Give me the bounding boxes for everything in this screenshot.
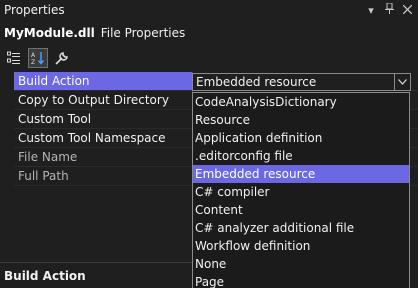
description-title: Build Action (4, 269, 86, 283)
properties-titlebar: Properties ▾ (0, 0, 418, 20)
build-action-combobox[interactable]: Embedded resource (192, 73, 411, 91)
property-name: Build Action (14, 72, 192, 90)
property-name: File Name (18, 150, 78, 164)
window-menu-icon[interactable]: ▾ (366, 4, 376, 17)
categorized-icon (7, 51, 20, 64)
dropdown-option[interactable]: Workflow definition (193, 237, 409, 255)
property-name: Full Path (18, 169, 69, 183)
property-pages-button[interactable] (52, 48, 72, 68)
svg-text:A: A (31, 52, 36, 59)
build-action-dropdown-list: CodeAnalysisDictionary Resource Applicat… (192, 92, 410, 288)
dropdown-option[interactable]: C# compiler (193, 183, 409, 201)
object-type: File Properties (100, 26, 186, 40)
close-icon[interactable] (402, 4, 412, 17)
property-name: Copy to Output Directory (18, 93, 169, 107)
dropdown-option[interactable]: Resource (193, 111, 409, 129)
pin-icon[interactable] (384, 2, 394, 17)
dropdown-option[interactable]: None (193, 255, 409, 273)
dropdown-option[interactable]: Application definition (193, 129, 409, 147)
object-selector[interactable]: MyModule.dll File Properties (0, 21, 418, 45)
window-title: Properties (4, 3, 65, 17)
object-name: MyModule.dll (4, 26, 95, 40)
dropdown-option[interactable]: Content (193, 201, 409, 219)
properties-toolbar: A Z (0, 46, 72, 70)
dropdown-option[interactable]: CodeAnalysisDictionary (193, 93, 409, 111)
sort-alphabetical-icon: A Z (31, 52, 45, 65)
dropdown-option-selected[interactable]: Embedded resource (193, 165, 409, 183)
dropdown-option[interactable]: Page (193, 273, 409, 288)
dropdown-option[interactable]: .editorconfig file (193, 147, 409, 165)
dropdown-option[interactable]: C# analyzer additional file (193, 219, 409, 237)
titlebar-buttons: ▾ (366, 2, 418, 17)
categorized-button[interactable] (4, 48, 24, 68)
svg-text:Z: Z (31, 59, 35, 65)
property-name: Custom Tool Namespace (18, 131, 166, 145)
description-panel: Build Action (0, 262, 192, 288)
property-name: Custom Tool (18, 112, 92, 126)
chevron-down-icon[interactable] (394, 74, 410, 90)
alphabetical-button[interactable]: A Z (28, 48, 48, 68)
combobox-value: Embedded resource (196, 75, 317, 89)
wrench-icon (55, 52, 68, 65)
